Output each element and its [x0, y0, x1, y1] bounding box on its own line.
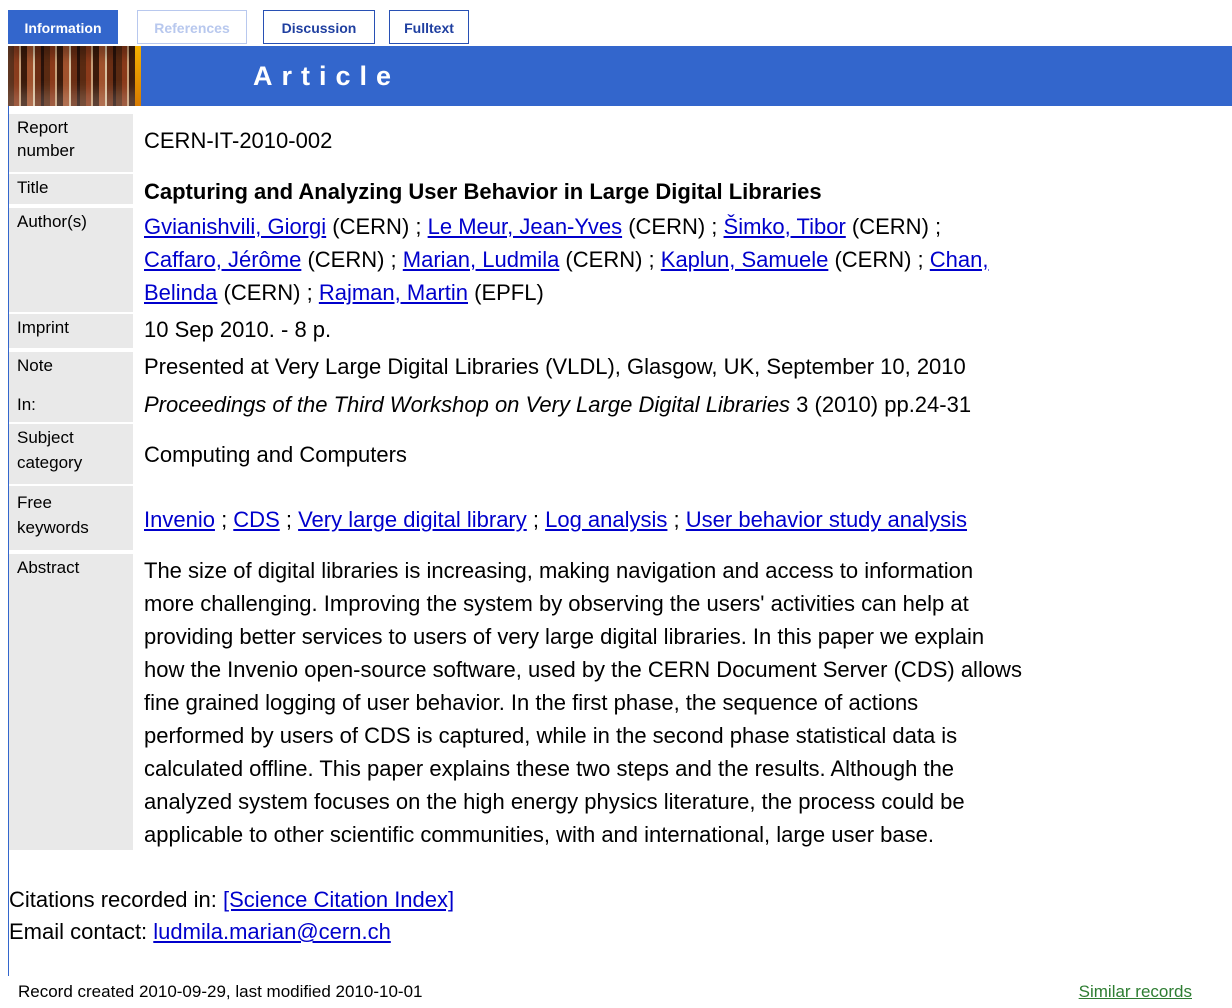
author-affiliation: (CERN) ;: [326, 214, 428, 239]
author-link[interactable]: Caffaro, Jérôme: [144, 247, 301, 272]
author-link[interactable]: Chan,: [930, 247, 989, 272]
abstract-line: how the Invenio open-source software, us…: [144, 657, 1022, 682]
keyword-link[interactable]: Very large digital library: [298, 507, 527, 532]
abstract-line: more challenging. Improving the system b…: [144, 591, 969, 616]
author-link[interactable]: Le Meur, Jean-Yves: [428, 214, 622, 239]
abstract-line: applicable to other scientific communiti…: [144, 822, 934, 847]
tab-fulltext[interactable]: Fulltext: [389, 10, 469, 44]
note-value: Presented at Very Large Digital Librarie…: [144, 354, 966, 379]
similar-records-link[interactable]: Similar records: [1079, 980, 1192, 1004]
keyword-separator: ;: [667, 507, 686, 532]
keyword-link[interactable]: User behavior study analysis: [686, 507, 967, 532]
free-keywords-value: Invenio ; CDS ; Very large digital libra…: [144, 503, 1228, 536]
subject-category-value: Computing and Computers: [144, 442, 407, 467]
authors-label: Author(s): [9, 206, 133, 312]
imprint-label: Imprint: [9, 312, 133, 348]
tab-bar: Information References Discussion Fullte…: [8, 10, 1232, 46]
abstract-label: Abstract: [9, 552, 133, 850]
keyword-link[interactable]: CDS: [233, 507, 279, 532]
authors-list: Gvianishvili, Giorgi (CERN) ; Le Meur, J…: [144, 210, 1228, 309]
banner-title: Article: [253, 61, 401, 91]
tab-discussion[interactable]: Discussion: [263, 10, 375, 44]
report-number-label: Report number: [9, 112, 133, 172]
in-value: Proceedings of the Third Workshop on Ver…: [144, 388, 1228, 421]
author-affiliation: (CERN) ;: [559, 247, 661, 272]
abstract-line: performed by users of CDS is captured, w…: [144, 723, 958, 748]
author-link[interactable]: Rajman, Martin: [319, 280, 468, 305]
note-label: Note: [9, 350, 133, 386]
abstract-text: The size of digital libraries is increas…: [144, 554, 1228, 851]
authors-line-3: Belinda (CERN) ; Rajman, Martin (EPFL): [144, 276, 1228, 309]
author-link[interactable]: Belinda: [144, 280, 217, 305]
keyword-separator: ;: [279, 507, 299, 532]
science-citation-index-link[interactable]: [Science Citation Index]: [223, 887, 454, 912]
abstract-line: analyzed system focuses on the high ener…: [144, 789, 965, 814]
author-affiliation: (CERN) ;: [301, 247, 403, 272]
email-contact-label: Email contact:: [9, 919, 154, 944]
author-affiliation: (CERN) ;: [845, 214, 942, 239]
tab-information[interactable]: Information: [8, 10, 118, 44]
citations-label: Citations recorded in:: [9, 887, 223, 912]
journal-details: 3 (2010) pp.24-31: [790, 392, 972, 417]
keyword-link[interactable]: Log analysis: [545, 507, 667, 532]
keyword-separator: ;: [214, 507, 234, 532]
author-affiliation: (CERN) ;: [622, 214, 724, 239]
imprint-value: 10 Sep 2010. - 8 p.: [144, 317, 332, 342]
author-affiliation: (CERN) ;: [828, 247, 930, 272]
author-affiliation: (CERN) ;: [217, 280, 319, 305]
citations-line: Citations recorded in: [Science Citation…: [9, 884, 454, 916]
article-banner: Article: [8, 46, 1232, 106]
record-created-text: Record created 2010-09-29, last modified…: [18, 982, 423, 1001]
author-link[interactable]: Gvianishvili, Giorgi: [144, 214, 326, 239]
subject-category-label: Subject category: [9, 422, 133, 484]
abstract-line: The size of digital libraries is increas…: [144, 558, 974, 583]
abstract-line: providing better services to users of ve…: [144, 624, 985, 649]
library-books-image: [8, 46, 141, 106]
author-link[interactable]: Šimko, Tibor: [724, 214, 846, 239]
abstract-line: fine grained logging of user behavior. I…: [144, 690, 919, 715]
in-label: In:: [9, 386, 133, 422]
author-link[interactable]: Kaplun, Samuele: [661, 247, 829, 272]
abstract-line: calculated offline. This paper explains …: [144, 756, 955, 781]
authors-line-2: Caffaro, Jérôme (CERN) ; Marian, Ludmila…: [144, 243, 1228, 276]
free-keywords-label: Free keywords: [9, 486, 133, 550]
authors-line-1: Gvianishvili, Giorgi (CERN) ; Le Meur, J…: [144, 210, 1228, 243]
keyword-link[interactable]: Invenio: [144, 507, 215, 532]
email-contact-line: Email contact: ludmila.marian@cern.ch: [9, 916, 391, 948]
report-number-value: CERN-IT-2010-002: [144, 128, 333, 153]
author-affiliation: (EPFL): [468, 280, 544, 305]
journal-name: Proceedings of the Third Workshop on Ver…: [144, 392, 791, 417]
title-label: Title: [9, 172, 133, 204]
record-title: Capturing and Analyzing User Behavior in…: [144, 179, 822, 204]
tab-references: References: [137, 10, 247, 44]
keyword-separator: ;: [526, 507, 546, 532]
email-contact-link[interactable]: ludmila.marian@cern.ch: [153, 919, 391, 944]
author-link[interactable]: Marian, Ludmila: [403, 247, 560, 272]
record-page: Information References Discussion Fullte…: [0, 0, 1232, 1008]
